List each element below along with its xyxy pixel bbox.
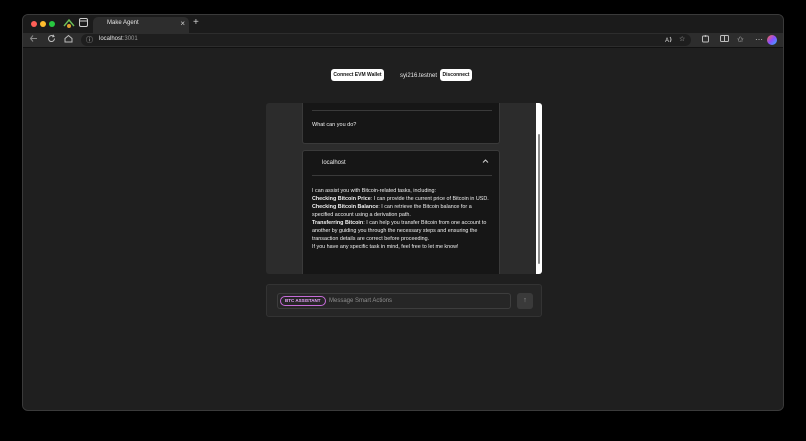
response-item-title: Checking Bitcoin Balance bbox=[312, 204, 379, 210]
chat-scrollbar-thumb[interactable] bbox=[538, 134, 540, 264]
response-item: Transferring Bitcoin: I can help you tra… bbox=[312, 219, 492, 243]
read-aloud-icon[interactable]: A bbox=[665, 35, 674, 46]
reload-icon[interactable] bbox=[47, 34, 56, 47]
message-input[interactable]: BTC ASSISTANT Message Smart Actions bbox=[277, 293, 511, 309]
send-button[interactable]: ↑ bbox=[517, 293, 533, 309]
assistant-response-card: localhost I can assist you with Bitcoin-… bbox=[302, 150, 500, 274]
user-message-card: What can you do? bbox=[302, 103, 500, 144]
maximize-window-button[interactable] bbox=[49, 21, 55, 27]
url-host: localhost bbox=[99, 36, 123, 42]
close-tab-icon[interactable]: × bbox=[180, 19, 185, 28]
account-id: syi216.testnet bbox=[400, 73, 438, 79]
favorites-icon[interactable]: ✩ bbox=[737, 34, 744, 46]
url-port: :3001 bbox=[122, 36, 138, 42]
address-bar[interactable]: ⓘ localhost:3001 A ☆ bbox=[81, 34, 691, 46]
response-item: Checking Bitcoin Balance: I can retrieve… bbox=[312, 203, 492, 219]
site-info-icon[interactable]: ⓘ bbox=[86, 35, 93, 45]
chevron-up-icon[interactable] bbox=[482, 158, 489, 166]
back-icon[interactable] bbox=[29, 34, 38, 47]
split-screen-icon[interactable] bbox=[720, 34, 729, 47]
message-placeholder: Message Smart Actions bbox=[329, 298, 393, 304]
tab-make-agent[interactable]: Make Agent × bbox=[93, 17, 189, 33]
close-window-button[interactable] bbox=[31, 21, 37, 27]
connect-evm-wallet-button[interactable]: Connect EVM Wallet bbox=[331, 69, 384, 81]
response-item-title: Checking Bitcoin Price bbox=[312, 196, 371, 202]
response-item-title: Transferring Bitcoin bbox=[312, 220, 364, 226]
response-item: Checking Bitcoin Price: I can provide th… bbox=[312, 195, 492, 203]
response-outro: If you have any specific task in mind, f… bbox=[312, 244, 459, 250]
divider bbox=[312, 110, 492, 111]
minimize-window-button[interactable] bbox=[40, 21, 46, 27]
tab-title: Make Agent bbox=[107, 20, 139, 26]
btc-assistant-badge[interactable]: BTC ASSISTANT bbox=[280, 296, 326, 306]
user-message-text: What can you do? bbox=[312, 122, 357, 128]
url-text: localhost:3001 bbox=[99, 36, 138, 42]
svg-text:A: A bbox=[665, 37, 670, 44]
workspaces-icon[interactable] bbox=[63, 18, 75, 32]
assistant-source-label: localhost bbox=[322, 160, 346, 166]
new-tab-button[interactable]: + bbox=[193, 17, 199, 28]
profile-icon[interactable] bbox=[767, 35, 777, 45]
tab-strip: Make Agent × + bbox=[23, 15, 783, 33]
arrow-up-icon: ↑ bbox=[523, 297, 527, 304]
tab-actions-icon[interactable] bbox=[79, 18, 88, 30]
extensions-icon[interactable] bbox=[701, 34, 710, 47]
more-icon[interactable]: ⋯ bbox=[755, 34, 763, 46]
disconnect-button[interactable]: Disconnect bbox=[440, 69, 472, 81]
composer: BTC ASSISTANT Message Smart Actions ↑ bbox=[266, 284, 542, 317]
page-content: Connect EVM Wallet syi216.testnet Discon… bbox=[23, 48, 783, 410]
home-icon[interactable] bbox=[64, 34, 73, 47]
assistant-response-text: I can assist you with Bitcoin-related ta… bbox=[312, 187, 492, 251]
divider bbox=[312, 175, 492, 176]
star-icon[interactable]: ☆ bbox=[679, 35, 685, 43]
response-intro: I can assist you with Bitcoin-related ta… bbox=[312, 188, 437, 194]
browser-window: Make Agent × + ⓘ localhost:3001 A ☆ ✩ ⋯ … bbox=[22, 14, 784, 411]
chat-panel[interactable]: What can you do? localhost I can assist … bbox=[266, 103, 542, 274]
response-item-text: : I can provide the current price of Bit… bbox=[370, 196, 489, 202]
browser-toolbar: ⓘ localhost:3001 A ☆ ✩ ⋯ bbox=[23, 33, 783, 48]
